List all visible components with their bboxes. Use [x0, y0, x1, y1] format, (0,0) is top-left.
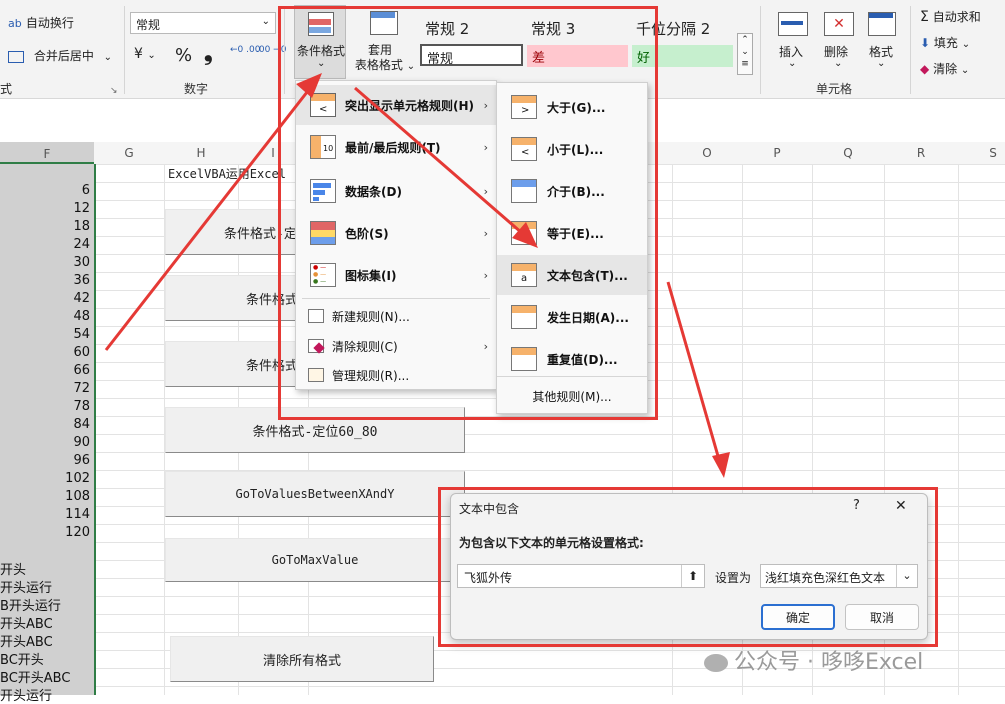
annotation-arrow-2 [354, 86, 531, 242]
annotation-arrow-3 [666, 281, 724, 471]
wechat-icon [704, 654, 728, 672]
watermark: 公众号 · 哆哆Excel [704, 644, 923, 676]
annotation-arrow-1 [104, 77, 320, 351]
annotation-arrows [104, 73, 730, 478]
annotation-arrowhead-1 [296, 73, 322, 98]
annotation-arrowhead-3 [712, 452, 730, 478]
watermark-text: 公众号 · 哆哆Excel [734, 650, 924, 675]
